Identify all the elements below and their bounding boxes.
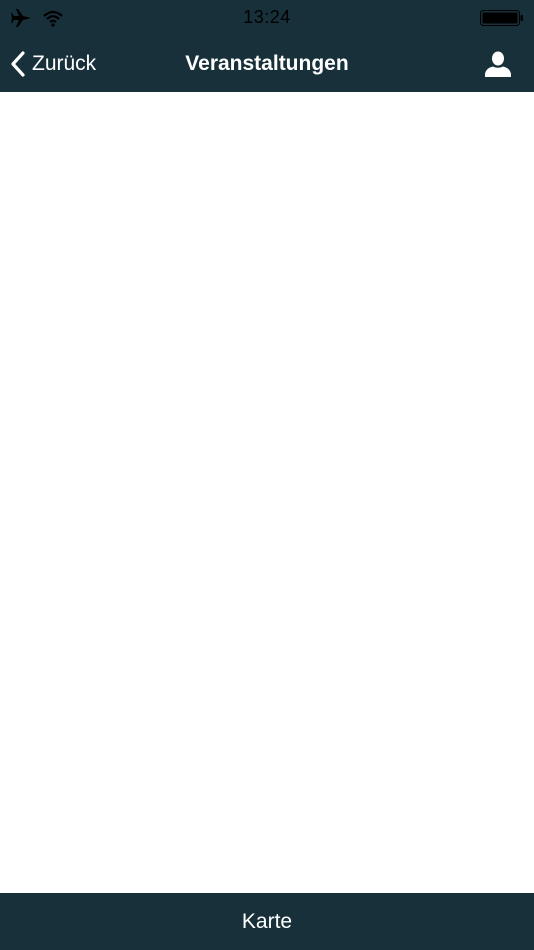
person-icon[interactable] bbox=[484, 50, 512, 78]
battery-icon bbox=[480, 10, 523, 26]
map-button[interactable]: Karte bbox=[0, 893, 534, 950]
page-title: Veranstaltungen bbox=[185, 52, 349, 75]
events-list-area bbox=[0, 92, 534, 893]
status-bar: 13:24 bbox=[0, 0, 534, 36]
navigation-bar: Zurück Veranstaltungen bbox=[0, 36, 534, 92]
map-button-label: Karte bbox=[241, 909, 293, 933]
status-time: 13:24 bbox=[243, 7, 291, 27]
